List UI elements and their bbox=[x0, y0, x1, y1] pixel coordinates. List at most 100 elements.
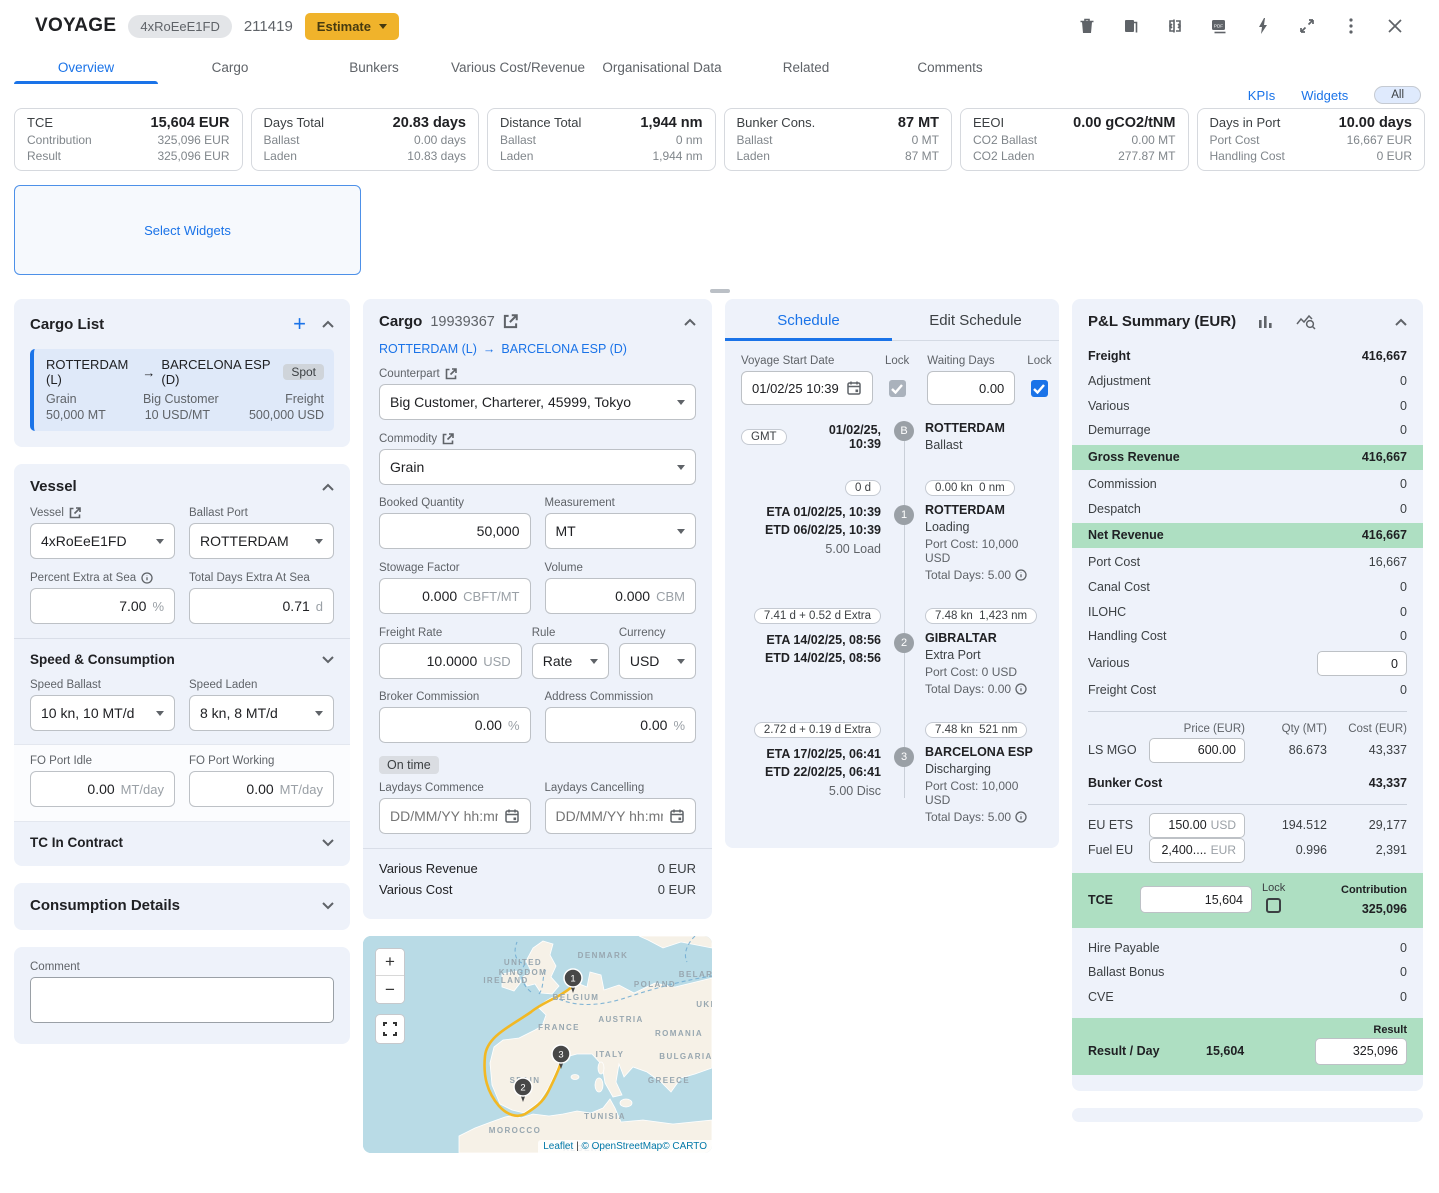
estimate-dropdown-button[interactable]: Estimate bbox=[305, 13, 399, 40]
tce-lock-checkbox[interactable] bbox=[1266, 898, 1281, 913]
voyage-start-date-input[interactable] bbox=[752, 381, 840, 396]
laydays-cancelling-field[interactable] bbox=[545, 798, 697, 834]
result-input[interactable] bbox=[1324, 1044, 1398, 1058]
volume-input[interactable] bbox=[556, 588, 651, 604]
route-origin-link[interactable]: ROTTERDAM (L) bbox=[379, 342, 477, 356]
freight-rate-field[interactable]: USD bbox=[379, 643, 522, 679]
carto-link[interactable]: © CARTO bbox=[662, 1141, 707, 1152]
fuel-eu-price-field[interactable]: EUR bbox=[1149, 838, 1245, 863]
filter-all-link[interactable]: All bbox=[1374, 86, 1421, 104]
waiting-days-input[interactable] bbox=[938, 381, 1004, 396]
ballast-port-select[interactable]: ROTTERDAM bbox=[189, 523, 334, 559]
fo-port-idle-input[interactable] bbox=[41, 781, 115, 797]
percent-extra-field[interactable]: % bbox=[30, 588, 175, 624]
commodity-select[interactable]: Grain bbox=[379, 449, 696, 485]
chevron-up-icon[interactable] bbox=[322, 320, 334, 328]
broker-commission-field[interactable]: % bbox=[379, 707, 531, 743]
fullscreen-button[interactable] bbox=[375, 1014, 405, 1044]
chevron-down-icon[interactable] bbox=[322, 902, 334, 910]
tab-overview[interactable]: Overview bbox=[14, 50, 158, 84]
voyage-start-lock-checkbox[interactable] bbox=[889, 380, 906, 397]
broker-commission-input[interactable] bbox=[390, 717, 502, 733]
voyage-start-date-field[interactable] bbox=[741, 371, 873, 405]
laydays-commence-input[interactable] bbox=[390, 808, 498, 824]
tab-organisational-data[interactable]: Organisational Data bbox=[590, 50, 734, 84]
various-cost-input[interactable] bbox=[1326, 657, 1398, 671]
copy-button[interactable] bbox=[1117, 12, 1145, 40]
booked-quantity-input[interactable] bbox=[390, 523, 520, 539]
rule-select[interactable]: Rate bbox=[532, 643, 609, 679]
currency-select[interactable]: USD bbox=[619, 643, 696, 679]
calendar-icon[interactable] bbox=[669, 808, 685, 824]
more-options-button[interactable] bbox=[1337, 12, 1365, 40]
zoom-out-button[interactable]: − bbox=[376, 976, 404, 1003]
expand-button[interactable] bbox=[1293, 12, 1321, 40]
tab-bunkers[interactable]: Bunkers bbox=[302, 50, 446, 84]
total-days-extra-field[interactable]: d bbox=[189, 588, 334, 624]
select-widgets-button[interactable]: Select Widgets bbox=[144, 223, 231, 238]
tce-field[interactable] bbox=[1140, 886, 1252, 913]
chevron-up-icon[interactable] bbox=[1395, 318, 1407, 326]
filter-widgets-link[interactable]: Widgets bbox=[1301, 88, 1348, 103]
ls-mgo-price-input[interactable] bbox=[1158, 743, 1236, 757]
delete-button[interactable] bbox=[1073, 12, 1101, 40]
tab-comments[interactable]: Comments bbox=[878, 50, 1022, 84]
external-link-icon[interactable] bbox=[445, 368, 457, 380]
route-map[interactable]: UNITED KINGDOM IRELAND DENMARK BELGIUM P… bbox=[363, 936, 712, 1153]
laydays-commence-field[interactable] bbox=[379, 798, 531, 834]
eu-ets-price-field[interactable]: USD bbox=[1149, 813, 1245, 838]
tab-related[interactable]: Related bbox=[734, 50, 878, 84]
speed-ballast-select[interactable]: 10 kn, 10 MT/d bbox=[30, 695, 175, 731]
waiting-days-lock-checkbox[interactable] bbox=[1031, 380, 1048, 397]
route-destination-link[interactable]: BARCELONA ESP (D) bbox=[501, 342, 627, 356]
filter-kpis-link[interactable]: KPIs bbox=[1248, 88, 1275, 103]
eu-ets-price-input[interactable] bbox=[1158, 818, 1207, 832]
vessel-select[interactable]: 4xRoEeE1FD bbox=[30, 523, 175, 559]
freight-rate-input[interactable] bbox=[390, 653, 477, 669]
tab-schedule[interactable]: Schedule bbox=[725, 299, 892, 340]
address-commission-input[interactable] bbox=[556, 717, 668, 733]
result-field[interactable] bbox=[1315, 1038, 1407, 1065]
stowage-factor-input[interactable] bbox=[390, 588, 457, 604]
compare-button[interactable] bbox=[1161, 12, 1189, 40]
external-link-icon[interactable] bbox=[503, 314, 518, 329]
fo-port-idle-field[interactable]: MT/day bbox=[30, 771, 175, 807]
chevron-down-icon[interactable] bbox=[322, 839, 334, 847]
export-pdf-button[interactable]: PDF bbox=[1205, 12, 1233, 40]
tab-cargo[interactable]: Cargo bbox=[158, 50, 302, 84]
bar-chart-icon[interactable] bbox=[1258, 314, 1274, 330]
laydays-cancelling-input[interactable] bbox=[556, 808, 664, 824]
chevron-down-icon[interactable] bbox=[322, 656, 334, 664]
various-cost-field[interactable] bbox=[1317, 651, 1407, 676]
layout-drag-handle[interactable] bbox=[710, 289, 730, 293]
ls-mgo-price-field[interactable] bbox=[1149, 738, 1245, 763]
comment-textarea[interactable] bbox=[30, 977, 334, 1023]
tab-various-cost-revenue[interactable]: Various Cost/Revenue bbox=[446, 50, 590, 84]
calendar-icon[interactable] bbox=[504, 808, 520, 824]
waiting-days-field[interactable] bbox=[927, 371, 1015, 405]
chevron-up-icon[interactable] bbox=[322, 483, 334, 491]
timezone-pill[interactable]: GMT bbox=[741, 429, 787, 445]
fuel-eu-price-input[interactable] bbox=[1158, 843, 1207, 857]
close-button[interactable] bbox=[1381, 12, 1409, 40]
leaflet-link[interactable]: Leaflet bbox=[543, 1141, 573, 1152]
total-days-extra-input[interactable] bbox=[200, 598, 310, 614]
zoom-in-button[interactable]: + bbox=[376, 949, 404, 976]
measurement-select[interactable]: MT bbox=[545, 513, 697, 549]
quick-actions-button[interactable] bbox=[1249, 12, 1277, 40]
stowage-factor-field[interactable]: CBFT/MT bbox=[379, 578, 531, 614]
percent-extra-input[interactable] bbox=[41, 598, 146, 614]
fo-port-working-field[interactable]: MT/day bbox=[189, 771, 334, 807]
external-link-icon[interactable] bbox=[69, 507, 81, 519]
speed-laden-select[interactable]: 8 kn, 8 MT/d bbox=[189, 695, 334, 731]
add-cargo-button[interactable]: + bbox=[293, 313, 306, 335]
calendar-icon[interactable] bbox=[846, 380, 862, 396]
chevron-up-icon[interactable] bbox=[684, 318, 696, 326]
trend-chart-icon[interactable] bbox=[1296, 314, 1316, 330]
counterpart-select[interactable]: Big Customer, Charterer, 45999, Tokyo bbox=[379, 384, 696, 420]
osm-link[interactable]: © OpenStreetMap bbox=[581, 1141, 662, 1152]
volume-field[interactable]: CBM bbox=[545, 578, 697, 614]
tce-input[interactable] bbox=[1149, 893, 1243, 907]
address-commission-field[interactable]: % bbox=[545, 707, 697, 743]
external-link-icon[interactable] bbox=[442, 433, 454, 445]
